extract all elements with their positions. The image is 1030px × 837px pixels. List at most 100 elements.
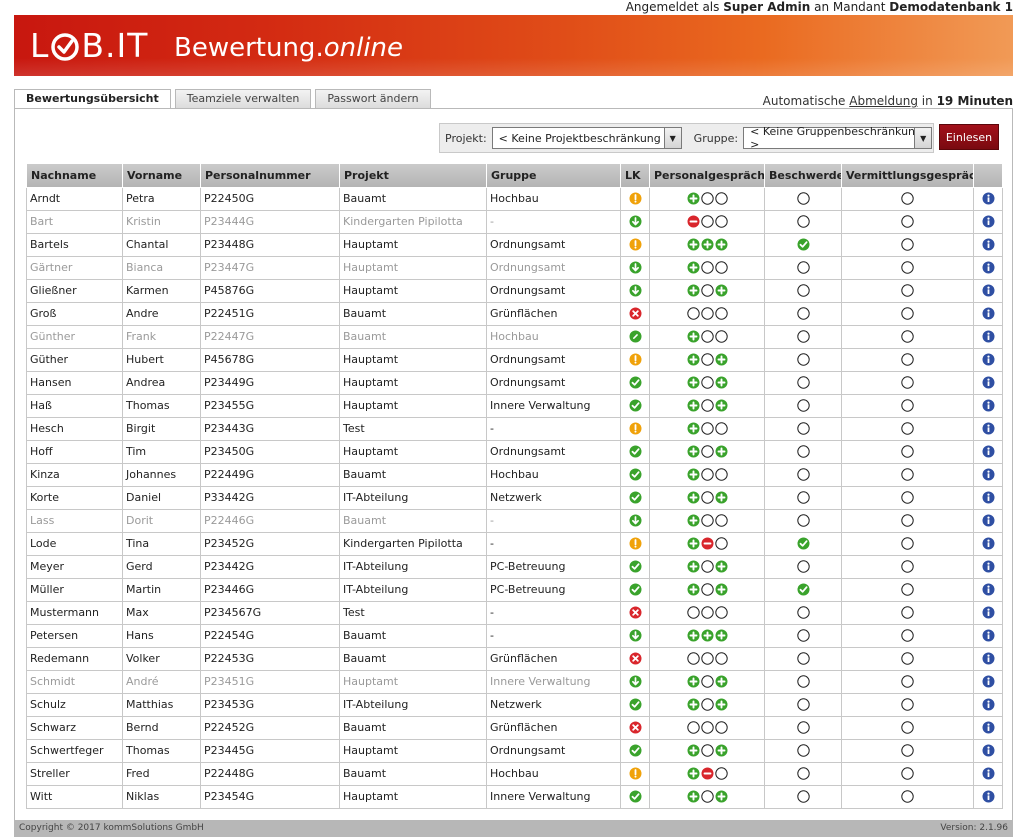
plus-icon[interactable]	[687, 422, 700, 435]
cell-beschwerde[interactable]	[764, 531, 842, 556]
cell-beschwerde[interactable]	[764, 232, 842, 257]
empty-circle-icon[interactable]	[714, 422, 728, 435]
empty-circle-icon[interactable]	[796, 560, 810, 573]
empty-circle-icon[interactable]	[901, 376, 914, 389]
info-icon[interactable]	[982, 721, 995, 734]
empty-circle-icon[interactable]	[796, 744, 810, 757]
cell-info[interactable]	[973, 692, 1003, 717]
plus-icon[interactable]	[687, 445, 700, 458]
empty-circle-icon[interactable]	[796, 330, 810, 343]
cell-beschwerde[interactable]	[764, 669, 842, 694]
cell-personalgespraeche[interactable]	[649, 186, 765, 211]
empty-circle-icon[interactable]	[901, 284, 914, 297]
empty-circle-icon[interactable]	[700, 284, 714, 297]
info-icon[interactable]	[982, 606, 995, 619]
cell-personalgespraeche[interactable]	[649, 416, 765, 441]
cell-vermittlungsgespraech[interactable]	[841, 462, 974, 487]
empty-circle-icon[interactable]	[796, 767, 810, 780]
empty-circle-icon[interactable]	[686, 606, 700, 619]
cell-info[interactable]	[973, 554, 1003, 579]
empty-circle-icon[interactable]	[714, 330, 728, 343]
empty-circle-icon[interactable]	[796, 399, 810, 412]
project-select[interactable]: < Keine Projektbeschränkung > ▼	[491, 127, 682, 149]
empty-circle-icon[interactable]	[700, 514, 714, 527]
plus-icon[interactable]	[687, 537, 700, 550]
table-row[interactable]: Bart Kristin P23444G Kindergarten Pipilotta…	[26, 209, 1003, 234]
cell-vermittlungsgespraech[interactable]	[841, 761, 974, 786]
cell-beschwerde[interactable]	[764, 255, 842, 280]
info-icon[interactable]	[982, 767, 995, 780]
info-icon[interactable]	[982, 652, 995, 665]
plus-icon[interactable]	[715, 698, 728, 711]
empty-circle-icon[interactable]	[901, 560, 914, 573]
cell-personalgespraeche[interactable]	[649, 623, 765, 648]
empty-circle-icon[interactable]	[700, 192, 714, 205]
cell-beschwerde[interactable]	[764, 347, 842, 372]
empty-circle-icon[interactable]	[714, 215, 728, 228]
empty-circle-icon[interactable]	[714, 468, 728, 481]
cell-info[interactable]	[973, 370, 1003, 395]
arrow-down-icon[interactable]	[629, 284, 642, 297]
plus-icon[interactable]	[715, 353, 728, 366]
column-header-nachname[interactable]: Nachname	[26, 164, 123, 188]
empty-circle-icon[interactable]	[700, 744, 714, 757]
plus-icon[interactable]	[687, 261, 700, 274]
table-row[interactable]: Arndt Petra P22450G Bauamt Hochbau	[26, 186, 1003, 211]
check-icon[interactable]	[629, 790, 642, 803]
cell-info[interactable]	[973, 577, 1003, 602]
cell-personalgespraeche[interactable]	[649, 278, 765, 303]
read-button[interactable]: Einlesen	[939, 124, 999, 150]
empty-circle-icon[interactable]	[700, 399, 714, 412]
arrow-down-icon[interactable]	[629, 675, 642, 688]
empty-circle-icon[interactable]	[700, 721, 714, 734]
cell-lk[interactable]	[620, 186, 650, 211]
cell-beschwerde[interactable]	[764, 554, 842, 579]
info-icon[interactable]	[982, 698, 995, 711]
plus-icon[interactable]	[701, 629, 714, 642]
plus-icon[interactable]	[715, 399, 728, 412]
empty-circle-icon[interactable]	[901, 698, 914, 711]
column-header-personalgespraeche[interactable]: Personalgespräche	[649, 164, 765, 188]
empty-circle-icon[interactable]	[714, 261, 728, 274]
column-header-beschwerde[interactable]: Beschwerde	[764, 164, 842, 188]
cell-lk[interactable]	[620, 669, 650, 694]
empty-circle-icon[interactable]	[700, 560, 714, 573]
empty-circle-icon[interactable]	[901, 583, 914, 596]
empty-circle-icon[interactable]	[700, 307, 714, 320]
empty-circle-icon[interactable]	[901, 307, 914, 320]
cell-vermittlungsgespraech[interactable]	[841, 393, 974, 418]
cell-personalgespraeche[interactable]	[649, 531, 765, 556]
cell-vermittlungsgespraech[interactable]	[841, 508, 974, 533]
empty-circle-icon[interactable]	[901, 790, 914, 803]
table-row[interactable]: Schmidt André P23451G Hauptamt Innere Verwal…	[26, 669, 1003, 694]
empty-circle-icon[interactable]	[901, 468, 914, 481]
cell-info[interactable]	[973, 393, 1003, 418]
table-row[interactable]: Petersen Hans P22454G Bauamt -	[26, 623, 1003, 648]
table-row[interactable]: Hansen Andrea P23449G Hauptamt Ordnungsamt	[26, 370, 1003, 395]
cell-beschwerde[interactable]	[764, 278, 842, 303]
cell-lk[interactable]	[620, 324, 650, 349]
check-icon[interactable]	[629, 399, 642, 412]
check-icon[interactable]	[629, 744, 642, 757]
cell-personalgespraeche[interactable]	[649, 370, 765, 395]
empty-circle-icon[interactable]	[796, 307, 810, 320]
empty-circle-icon[interactable]	[714, 192, 728, 205]
empty-circle-icon[interactable]	[796, 215, 810, 228]
table-row[interactable]: Streller Fred P22448G Bauamt Hochbau	[26, 761, 1003, 786]
empty-circle-icon[interactable]	[796, 514, 810, 527]
table-row[interactable]: Bartels Chantal P23448G Hauptamt Ordnungsamt	[26, 232, 1003, 257]
cell-vermittlungsgespraech[interactable]	[841, 600, 974, 625]
error-icon[interactable]	[629, 652, 642, 665]
cell-info[interactable]	[973, 761, 1003, 786]
cell-personalgespraeche[interactable]	[649, 324, 765, 349]
cell-vermittlungsgespraech[interactable]	[841, 301, 974, 326]
table-row[interactable]: Witt Niklas P23454G Hauptamt Innere Verwaltu…	[26, 784, 1003, 809]
table-row[interactable]: Gließner Karmen P45876G Hauptamt Ordnungsamt	[26, 278, 1003, 303]
plus-icon[interactable]	[687, 629, 700, 642]
table-row[interactable]: Kinza Johannes P22449G Bauamt Hochbau	[26, 462, 1003, 487]
column-header-lk[interactable]: LK	[620, 164, 650, 188]
cell-info[interactable]	[973, 255, 1003, 280]
info-icon[interactable]	[982, 192, 995, 205]
plus-icon[interactable]	[687, 491, 700, 504]
cell-info[interactable]	[973, 715, 1003, 740]
